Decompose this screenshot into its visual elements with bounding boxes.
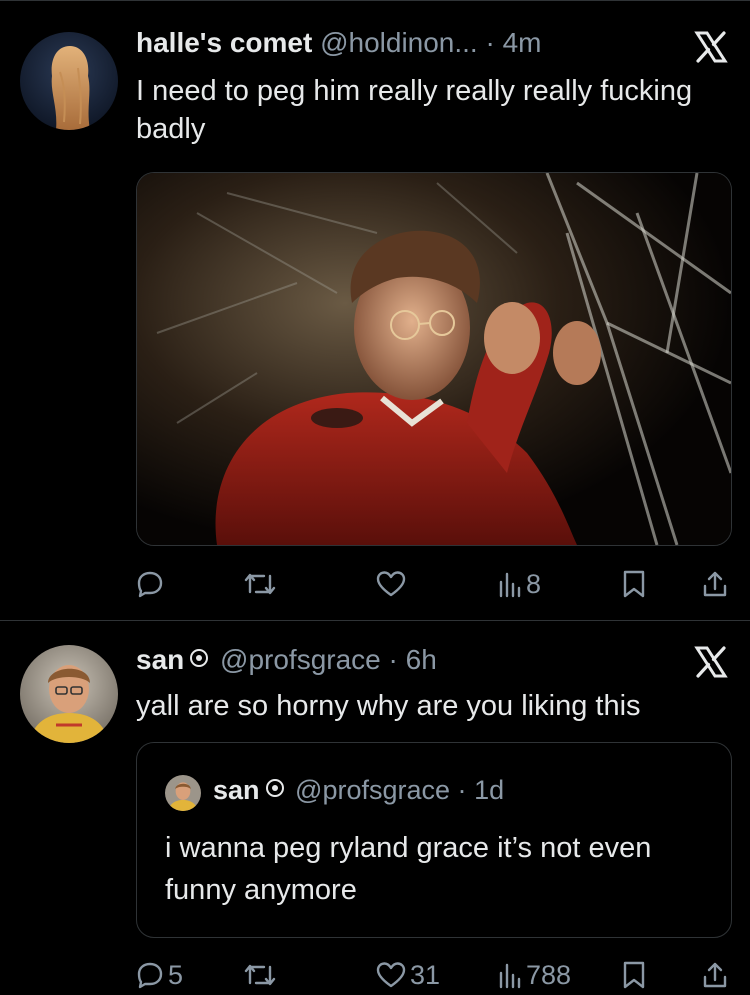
tweet-media-image[interactable] <box>136 172 732 546</box>
quote-header: san @profsgrace · 1d <box>213 773 504 807</box>
quote-text: i wanna peg ryland grace it’s not even f… <box>165 832 652 906</box>
share-icon <box>703 571 727 597</box>
like-icon <box>376 571 406 597</box>
x-logo-icon <box>694 30 728 64</box>
view-count: 788 <box>526 959 572 990</box>
bookmark-button[interactable] <box>622 564 646 604</box>
retweet-icon <box>244 964 276 986</box>
separator: · <box>388 644 398 675</box>
quote-avatar <box>165 775 201 811</box>
views-button[interactable]: 788 <box>498 955 571 995</box>
quote-separator: · <box>457 775 467 805</box>
quote-handle: @profsgrace <box>295 775 451 805</box>
bookmark-button[interactable] <box>622 955 646 995</box>
retweet-button[interactable] <box>244 564 280 604</box>
tweet-actions: 5 31 788 <box>136 955 736 995</box>
retweet-icon <box>244 573 276 595</box>
share-icon <box>703 962 727 988</box>
handle[interactable]: @profsgrace <box>220 644 381 675</box>
reply-count: 5 <box>168 959 184 990</box>
reply-icon <box>137 962 163 989</box>
avatar[interactable] <box>20 645 118 743</box>
tweet-1[interactable]: halle's comet @holdinon... · 4m I need t… <box>0 0 750 620</box>
tweet-header: san @profsgrace · 6h <box>136 643 437 677</box>
retweet-button[interactable] <box>244 955 280 995</box>
views-icon <box>499 963 521 989</box>
quoted-tweet[interactable]: san @profsgrace · 1d i wanna peg ryland … <box>136 742 732 938</box>
quote-display-name: san <box>213 775 260 805</box>
x-logo-icon <box>694 645 728 679</box>
timestamp[interactable]: 6h <box>406 644 437 675</box>
handle[interactable]: @holdinon... <box>320 27 478 58</box>
reply-icon <box>137 571 163 598</box>
share-button[interactable] <box>702 955 728 995</box>
like-button[interactable] <box>376 564 410 604</box>
tweet-text: I need to peg him really really really f… <box>136 75 693 145</box>
timestamp[interactable]: 4m <box>503 27 542 58</box>
like-button[interactable]: 31 <box>376 955 440 995</box>
reply-button[interactable] <box>136 564 168 604</box>
views-button[interactable]: 8 <box>498 564 541 604</box>
share-button[interactable] <box>702 564 728 604</box>
separator: · <box>485 27 495 58</box>
like-count: 31 <box>410 959 441 990</box>
verified-badge-icon <box>190 649 209 667</box>
quote-timestamp: 1d <box>474 775 505 805</box>
view-count: 8 <box>526 568 542 599</box>
views-icon <box>499 572 521 598</box>
tweet-actions: 8 <box>136 564 736 604</box>
tweet-header: halle's comet @holdinon... · 4m <box>136 26 542 60</box>
bookmark-icon <box>623 961 645 989</box>
reply-button[interactable]: 5 <box>136 955 183 995</box>
display-name[interactable]: san <box>136 644 184 675</box>
bookmark-icon <box>623 570 645 598</box>
tweet-text: yall are so horny why are you liking thi… <box>136 690 641 722</box>
tweet-2[interactable]: san @profsgrace · 6h yall are so horny w… <box>0 621 750 992</box>
verified-badge-icon <box>265 779 284 797</box>
avatar[interactable] <box>20 32 118 130</box>
like-icon <box>376 962 406 988</box>
display-name[interactable]: halle's comet <box>136 27 312 58</box>
